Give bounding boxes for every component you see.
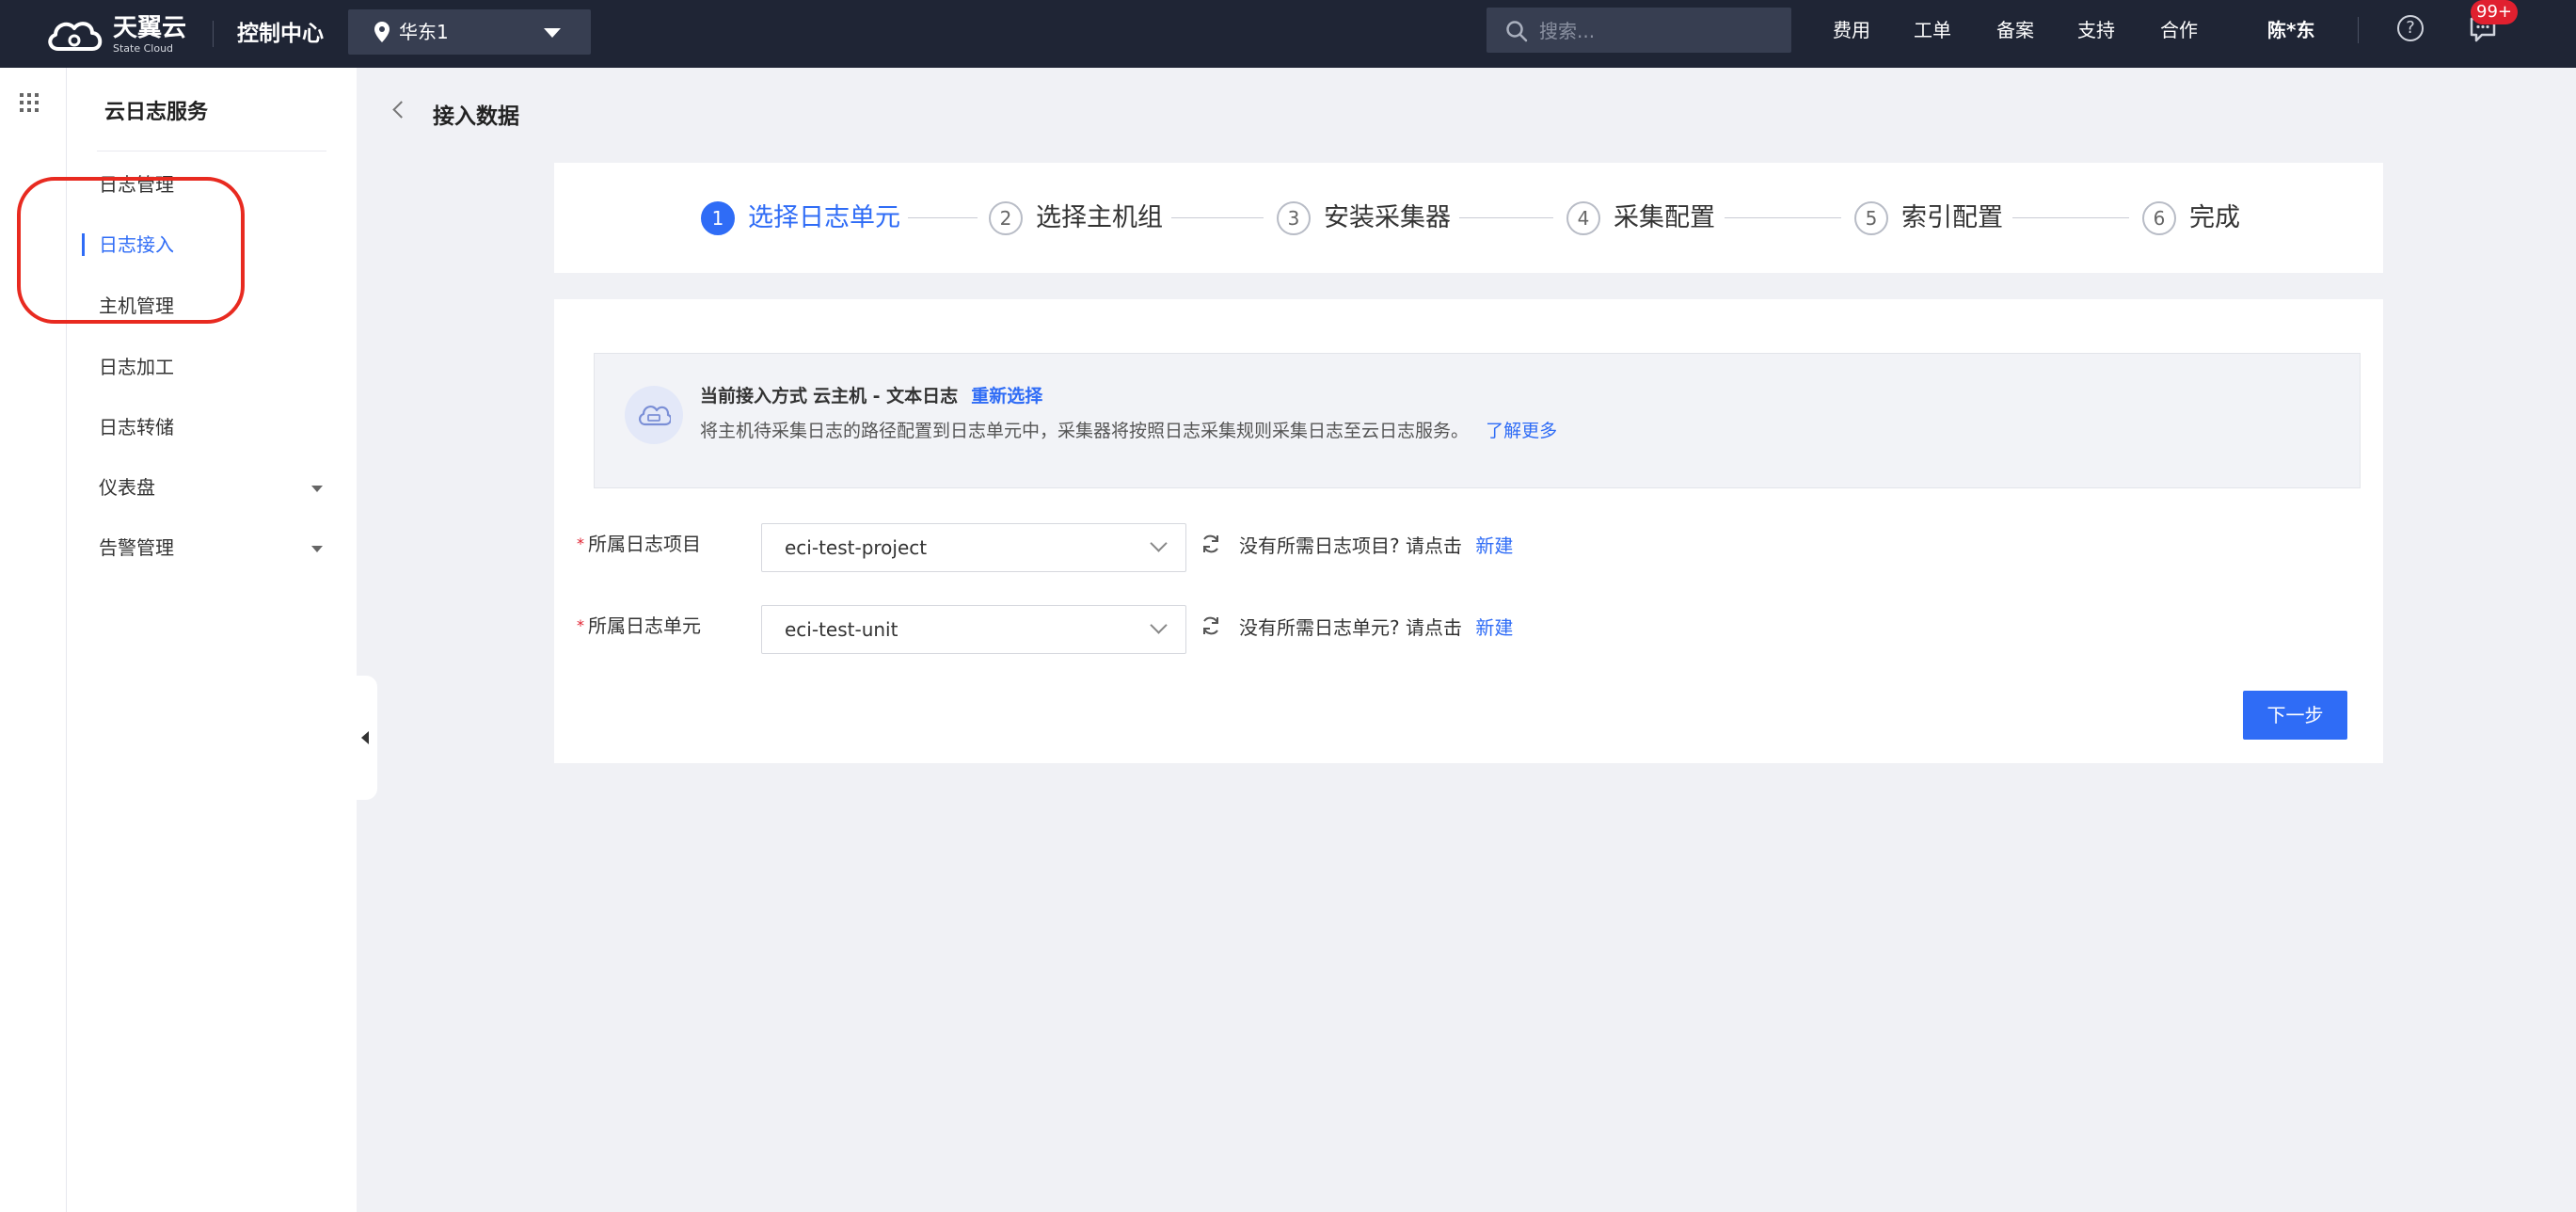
step-label: 选择日志单元	[748, 203, 900, 232]
reselect-link[interactable]: 重新选择	[971, 386, 1042, 407]
step-connector	[2012, 217, 2129, 218]
unit-select-value: eci-test-unit	[785, 618, 898, 641]
step-connector	[1725, 217, 1841, 218]
chevron-down-icon	[1150, 616, 1168, 634]
top-bar: 天翼云 State Cloud 控制中心 华东1 费用 工单 备案 支持 合作 …	[0, 0, 2576, 68]
step-number: 4	[1566, 201, 1600, 235]
access-mode-prefix: 当前接入方式	[700, 386, 808, 407]
form-card: 当前接入方式 云主机 - 文本日志 重新选择 将主机待采集日志的路径配置到日志单…	[554, 299, 2383, 763]
divider	[2358, 17, 2359, 43]
step-number: 3	[1277, 201, 1311, 235]
divider	[97, 151, 326, 152]
unit-field-label: * 所属日志单元	[577, 611, 701, 641]
step-connector	[908, 217, 978, 218]
console-title[interactable]: 控制中心	[237, 17, 324, 51]
caret-down-icon[interactable]	[311, 546, 323, 552]
step-label: 索引配置	[1901, 203, 2003, 232]
sidebar: 云日志服务 日志管理 日志接入 主机管理 日志加工 日志转储 仪表盘 告警管理	[67, 68, 357, 1212]
access-mode-value: 云主机 - 文本日志	[813, 386, 959, 407]
sidebar-item-host-management[interactable]: 主机管理	[99, 291, 174, 321]
required-mark: *	[577, 616, 584, 634]
next-step-button[interactable]: 下一步	[2243, 691, 2347, 740]
cloud-logo-icon	[48, 22, 103, 51]
region-selector[interactable]: 华东1	[348, 9, 591, 55]
project-hint-text: 没有所需日志项目? 请点击	[1239, 534, 1462, 557]
location-pin-icon	[374, 22, 390, 42]
refresh-icon[interactable]	[1200, 614, 1222, 637]
sidebar-item-log-ingestion[interactable]: 日志接入	[99, 230, 174, 260]
project-select[interactable]: eci-test-project	[761, 523, 1186, 572]
learn-more-link[interactable]: 了解更多	[1486, 421, 1557, 441]
steps-bar: 1 选择日志单元 2 选择主机组 3 安装采集器 4 采集配置 5 索引配置 6…	[554, 163, 2383, 273]
caret-down-icon	[544, 28, 561, 38]
step-connector	[1171, 217, 1264, 218]
brand-subtitle: State Cloud	[113, 42, 174, 55]
unit-hint-text: 没有所需日志单元? 请点击	[1239, 616, 1462, 639]
active-indicator	[82, 233, 85, 256]
message-count-badge: 99+	[2471, 0, 2518, 24]
unit-select[interactable]: eci-test-unit	[761, 605, 1186, 654]
nav-billing[interactable]: 费用	[1833, 15, 1870, 45]
product-rail	[0, 68, 67, 1212]
search-icon	[1506, 21, 1528, 42]
sidebar-item-dashboard[interactable]: 仪表盘	[99, 472, 155, 502]
sidebar-title: 云日志服务	[104, 101, 209, 124]
step-label: 安装采集器	[1324, 203, 1451, 232]
step-number: 2	[989, 201, 1023, 235]
create-project-link[interactable]: 新建	[1475, 534, 1513, 557]
apps-grid-icon[interactable]	[19, 92, 40, 113]
nav-support[interactable]: 支持	[2077, 15, 2115, 45]
access-mode-text: 当前接入方式 云主机 - 文本日志 重新选择	[700, 382, 1042, 410]
sidebar-item-log-management[interactable]: 日志管理	[99, 169, 174, 199]
nav-filing[interactable]: 备案	[1996, 15, 2034, 45]
brand-logo[interactable]: 天翼云 State Cloud	[45, 11, 196, 56]
step-label: 选择主机组	[1036, 203, 1163, 232]
sidebar-item-log-dump[interactable]: 日志转储	[99, 412, 174, 442]
caret-left-icon	[361, 731, 369, 744]
help-icon[interactable]: ?	[2397, 15, 2424, 41]
step-label: 完成	[2189, 203, 2240, 232]
cloud-host-icon	[625, 386, 683, 444]
caret-down-icon[interactable]	[311, 486, 323, 492]
step-number: 6	[2142, 201, 2176, 235]
project-hint: 没有所需日志项目? 请点击 新建	[1239, 531, 1513, 561]
user-menu[interactable]: 陈*东	[2267, 15, 2314, 45]
unit-hint: 没有所需日志单元? 请点击 新建	[1239, 613, 1513, 643]
description-text: 将主机待采集日志的路径配置到日志单元中，采集器将按照日志采集规则采集日志至云日志…	[700, 421, 1470, 441]
unit-label-text: 所属日志单元	[588, 614, 701, 637]
chevron-down-icon	[1150, 534, 1168, 552]
divider	[213, 21, 214, 47]
project-field-label: * 所属日志项目	[577, 529, 701, 559]
brand-name: 天翼云	[113, 14, 187, 42]
step-number: 1	[701, 201, 735, 235]
project-select-value: eci-test-project	[785, 536, 928, 559]
project-label-text: 所属日志项目	[588, 533, 701, 555]
access-mode-info: 当前接入方式 云主机 - 文本日志 重新选择 将主机待采集日志的路径配置到日志单…	[594, 353, 2361, 488]
search-box[interactable]	[1487, 8, 1791, 53]
sidebar-item-alarm-management[interactable]: 告警管理	[99, 533, 174, 563]
step-connector	[1459, 217, 1553, 218]
back-arrow-icon[interactable]	[392, 101, 410, 119]
nav-partner[interactable]: 合作	[2160, 15, 2198, 45]
access-mode-description: 将主机待采集日志的路径配置到日志单元中，采集器将按照日志采集规则采集日志至云日志…	[700, 417, 1557, 445]
sidebar-item-log-processing[interactable]: 日志加工	[99, 352, 174, 382]
region-label: 华东1	[399, 21, 449, 43]
step-number: 5	[1854, 201, 1888, 235]
search-input[interactable]	[1537, 11, 1767, 51]
page-title: 接入数据	[433, 104, 519, 129]
refresh-icon[interactable]	[1200, 533, 1222, 555]
create-unit-link[interactable]: 新建	[1475, 616, 1513, 639]
step-label: 采集配置	[1614, 203, 1715, 232]
sidebar-collapse-toggle[interactable]	[357, 676, 377, 800]
nav-tickets[interactable]: 工单	[1914, 15, 1951, 45]
required-mark: *	[577, 534, 584, 552]
